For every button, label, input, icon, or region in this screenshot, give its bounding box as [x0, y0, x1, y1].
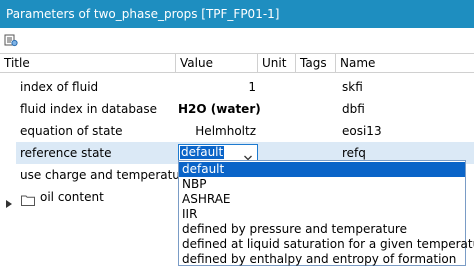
- row-title: index of fluid: [20, 80, 99, 94]
- column-tags[interactable]: Tags: [296, 54, 336, 72]
- row-title: reference state: [20, 146, 112, 160]
- row-name: dbfi: [342, 102, 365, 116]
- expand-arrow-icon[interactable]: [6, 193, 12, 208]
- row-value[interactable]: H2O (water): [178, 98, 261, 120]
- dropdown-option[interactable]: defined by pressure and temperature: [179, 222, 465, 237]
- select-current-value: default: [180, 145, 225, 159]
- table-row[interactable]: equation of state Helmholtz eosi13: [0, 120, 474, 142]
- dropdown-option[interactable]: NBP: [179, 177, 465, 192]
- toolbar: [0, 28, 474, 52]
- reference-state-select[interactable]: default: [178, 144, 258, 161]
- parameters-icon[interactable]: [4, 33, 18, 47]
- folder-icon: [21, 191, 35, 206]
- column-title[interactable]: Title: [0, 54, 176, 72]
- reference-state-dropdown[interactable]: default NBP ASHRAE IIR defined by pressu…: [178, 160, 474, 266]
- dropdown-option[interactable]: ASHRAE: [179, 192, 465, 207]
- row-name: skfi: [342, 80, 363, 94]
- parameters-window: Parameters of two_phase_props [TPF_FP01-…: [0, 0, 474, 266]
- row-value[interactable]: Helmholtz: [178, 120, 256, 142]
- dropdown-option[interactable]: defined by enthalpy and entropy of forma…: [179, 252, 465, 266]
- chevron-down-icon[interactable]: [243, 148, 253, 161]
- table-row[interactable]: fluid index in database H2O (water) dbfi: [0, 98, 474, 120]
- dropdown-option[interactable]: IIR: [179, 207, 465, 222]
- column-unit[interactable]: Unit: [258, 54, 296, 72]
- row-title: use charge and temperature: [20, 168, 192, 182]
- row-name: eosi13: [342, 124, 382, 138]
- row-title: fluid index in database: [20, 102, 157, 116]
- column-header: Title Value Unit Tags Name: [0, 53, 474, 73]
- column-name[interactable]: Name: [336, 54, 474, 72]
- dropdown-option[interactable]: default: [179, 162, 465, 177]
- window-title: Parameters of two_phase_props [TPF_FP01-…: [0, 0, 474, 28]
- dropdown-option[interactable]: defined at liquid saturation for a given…: [179, 237, 474, 252]
- row-title: equation of state: [20, 124, 123, 138]
- row-title: oil content: [40, 190, 104, 204]
- row-value[interactable]: 1: [178, 76, 256, 98]
- table-row[interactable]: index of fluid 1 skfi: [0, 76, 474, 98]
- column-value[interactable]: Value: [176, 54, 258, 72]
